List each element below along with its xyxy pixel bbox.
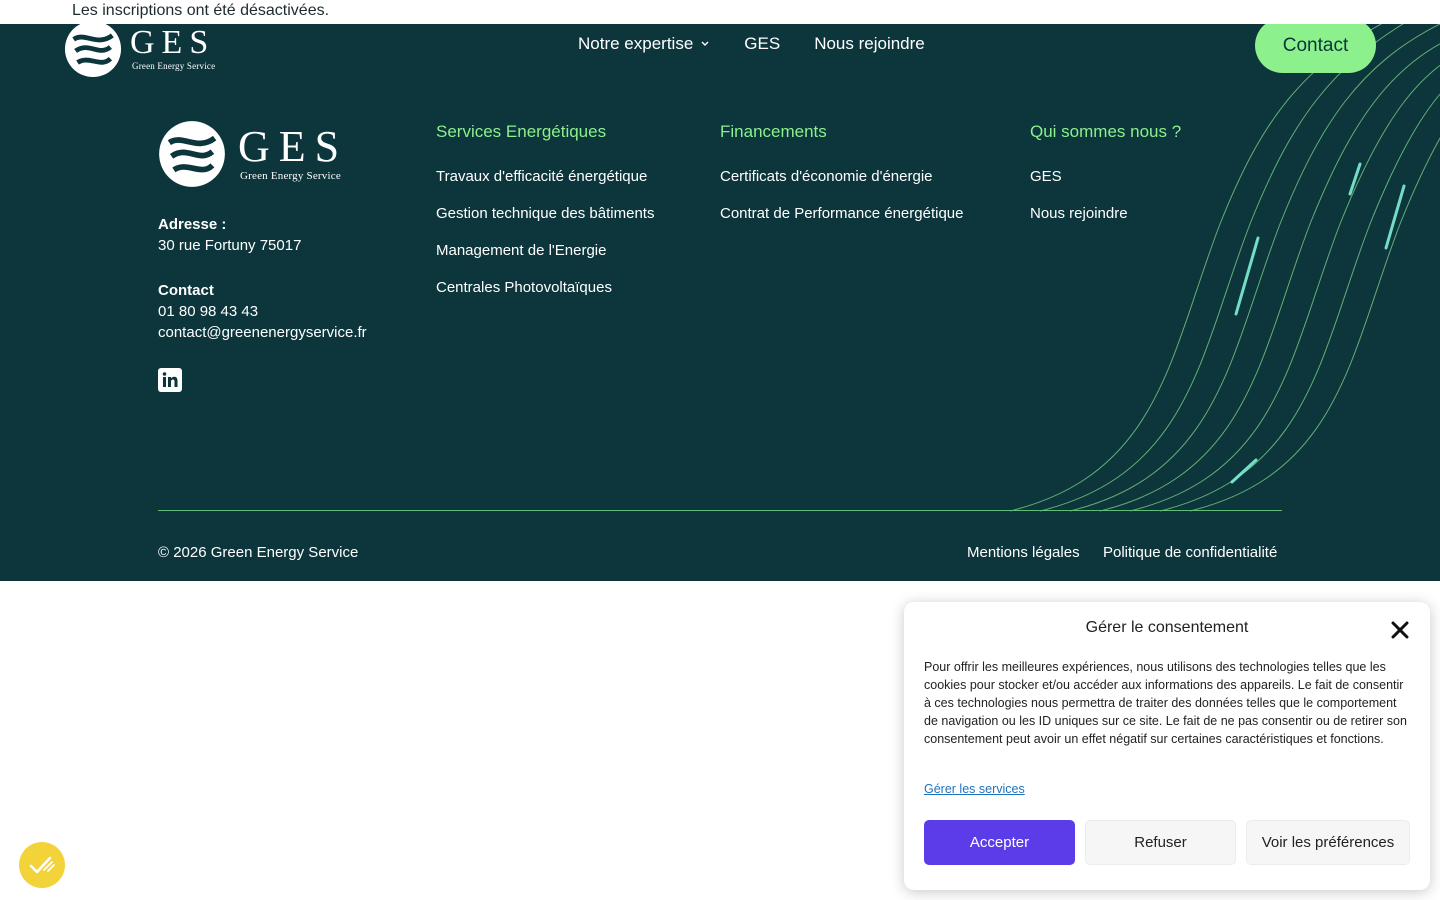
contact-info: Adresse : 30 rue Fortuny 75017 Contact 0… [158, 214, 367, 343]
footer-link[interactable]: Nous rejoindre [1030, 203, 1181, 224]
consent-title: Gérer le consentement [1085, 619, 1249, 636]
footer-link[interactable]: Certificats d'économie d'énergie [720, 166, 963, 187]
main-nav: Notre expertise GES Nous rejoindre [578, 34, 959, 54]
logo-tagline: Green Energy Service [132, 61, 216, 71]
address-value: 30 rue Fortuny 75017 [158, 237, 302, 254]
column-title: Services Energétiques [436, 122, 607, 141]
site-footer: GES Green Energy Service Notre expertise… [0, 24, 1440, 581]
contact-button[interactable]: Contact [1255, 24, 1376, 73]
address-label: Adresse : [158, 216, 227, 233]
linkedin-link[interactable] [158, 368, 182, 392]
cookie-badge-icon [29, 856, 55, 874]
view-preferences-button[interactable]: Voir les préférences [1246, 820, 1410, 865]
footer-link[interactable]: Centrales Photovoltaïques [436, 277, 654, 298]
footer-column-about: Qui sommes nous ? GES Nous rejoindre [1030, 122, 1181, 240]
footer-link[interactable]: Travaux d'efficacité énergétique [436, 166, 654, 187]
nav-item-notre-expertise[interactable]: Notre expertise [578, 34, 710, 54]
header-logo[interactable]: GES Green Energy Service [64, 24, 215, 78]
footer-link[interactable]: Contrat de Performance énergétique [720, 203, 963, 224]
linkedin-icon [162, 372, 178, 387]
logo-name: GES [130, 24, 216, 61]
privacy-policy-link[interactable]: Politique de confidentialité [1103, 544, 1277, 561]
footer-column-services: Services Energétiques Travaux d'efficaci… [436, 122, 654, 314]
footer-link[interactable]: GES [1030, 166, 1181, 187]
close-icon[interactable] [1390, 620, 1410, 640]
column-title: Financements [720, 122, 827, 141]
manage-services-link[interactable]: Gérer les services [924, 782, 1025, 796]
footer-divider [158, 510, 1282, 511]
cookie-settings-badge[interactable] [19, 842, 65, 888]
footer-link[interactable]: Management de l'Energie [436, 240, 654, 261]
accept-button[interactable]: Accepter [924, 820, 1075, 865]
contact-label: Contact [158, 282, 214, 299]
email-link[interactable]: contact@greenenergyservice.fr [158, 322, 367, 343]
copyright: © 2026 Green Energy Service [158, 544, 359, 561]
registration-notice: Les inscriptions ont été désactivées. [72, 2, 330, 19]
nav-item-nous-rejoindre[interactable]: Nous rejoindre [814, 34, 925, 54]
column-title: Qui sommes nous ? [1030, 122, 1182, 141]
footer-link[interactable]: Gestion technique des bâtiments [436, 203, 654, 224]
logo-name: GES [238, 122, 349, 171]
consent-body: Pour offrir les meilleures expériences, … [924, 660, 1407, 746]
phone-link[interactable]: 01 80 98 43 43 [158, 301, 367, 322]
footer-logo[interactable]: GES Green Energy Service [158, 120, 348, 188]
legal-notice-link[interactable]: Mentions légales [967, 544, 1080, 561]
nav-item-ges[interactable]: GES [744, 34, 780, 54]
logo-tagline: Green Energy Service [240, 170, 341, 182]
chevron-down-icon [701, 41, 709, 46]
footer-column-financements: Financements Certificats d'économie d'én… [720, 122, 963, 240]
ges-logo-icon [159, 121, 225, 187]
consent-dialog: Gérer le consentement Pour offrir les me… [904, 602, 1430, 890]
refuse-button[interactable]: Refuser [1085, 820, 1236, 865]
ges-logo-icon [64, 24, 122, 78]
